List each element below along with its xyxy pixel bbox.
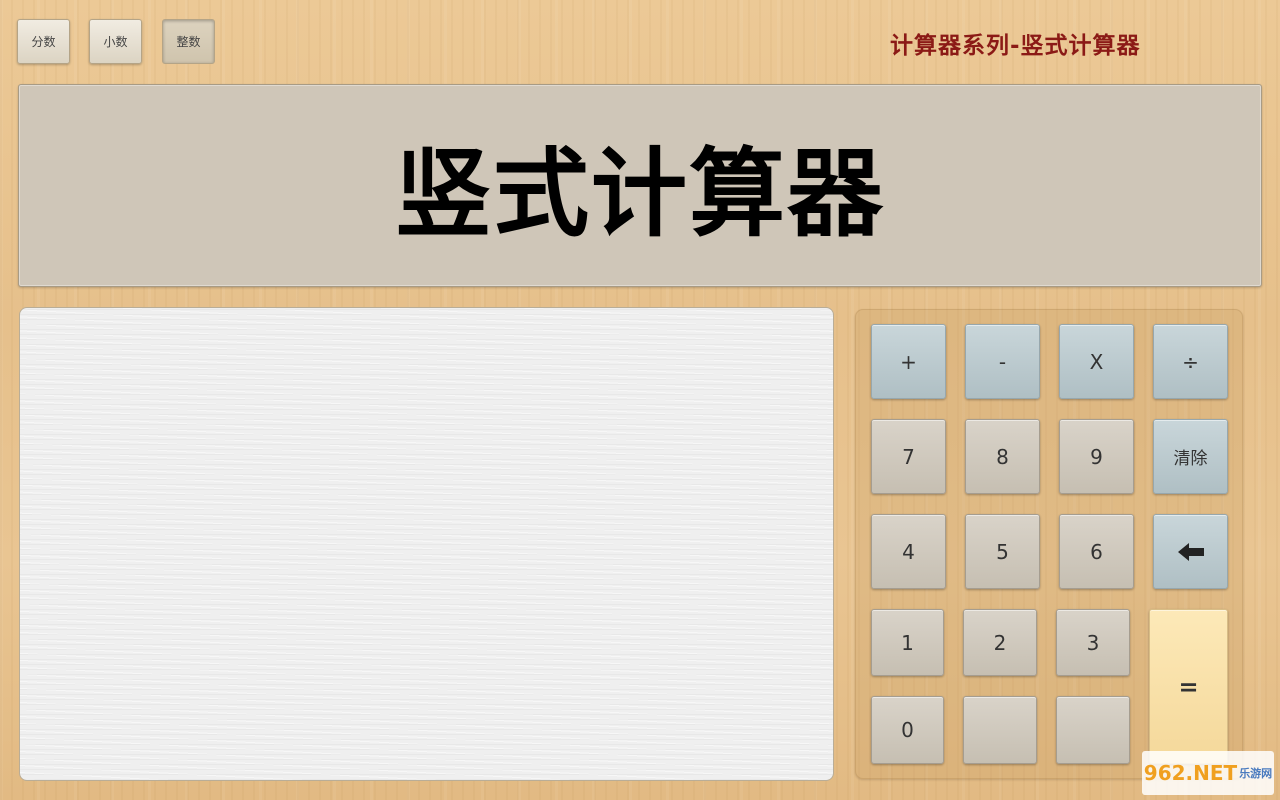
mode-fraction-label: 分数 [31,35,56,49]
digit-8-key[interactable]: 8 [965,419,1040,494]
digit-3-label: 3 [1086,630,1100,655]
digit-4-key[interactable]: 4 [871,514,946,589]
equals-key[interactable]: = [1149,609,1228,764]
digit-6-label: 6 [1090,539,1103,564]
blank-key-1[interactable] [963,696,1037,764]
multiply-key[interactable]: X [1059,324,1134,399]
mode-integer-button[interactable]: 整数 [162,19,215,64]
minus-key-label: - [998,349,1007,374]
plus-key-label: + [900,349,917,374]
watermark-sub: 乐游网 [1239,767,1273,780]
digit-5-label: 5 [996,539,1009,564]
divide-key-label: ÷ [1182,349,1199,374]
mode-fraction-button[interactable]: 分数 [17,19,70,64]
backspace-arrow-icon [1177,542,1204,561]
mode-decimal-label: 小数 [103,35,128,49]
digit-7-key[interactable]: 7 [871,419,946,494]
app-title: 计算器系列-竖式计算器 [890,33,1141,59]
digit-1-label: 1 [901,630,914,655]
digit-0-key[interactable]: 0 [871,696,944,764]
digit-9-key[interactable]: 9 [1059,419,1134,494]
clear-key-label: 清除 [1173,449,1208,469]
mode-integer-label: 整数 [176,35,201,49]
digit-3-key[interactable]: 3 [1056,609,1130,676]
digit-6-key[interactable]: 6 [1059,514,1134,589]
mode-decimal-button[interactable]: 小数 [89,19,142,64]
digit-2-key[interactable]: 2 [963,609,1037,676]
plus-key[interactable]: + [871,324,946,399]
equals-key-label: = [1178,672,1199,701]
display-text: 竖式计算器 [395,138,885,250]
clear-key[interactable]: 清除 [1153,419,1228,494]
blank-key-2[interactable] [1056,696,1130,764]
divide-key[interactable]: ÷ [1153,324,1228,399]
digit-5-key[interactable]: 5 [965,514,1040,589]
backspace-key[interactable] [1153,514,1228,589]
minus-key[interactable]: - [965,324,1040,399]
digit-7-label: 7 [902,444,915,469]
digit-4-label: 4 [902,539,915,564]
digit-0-label: 0 [901,718,914,742]
digit-1-key[interactable]: 1 [871,609,944,676]
digit-9-label: 9 [1090,444,1103,469]
watermark-main: 962.NET [1143,761,1238,785]
digit-2-label: 2 [993,630,1007,655]
site-watermark-logo: 962.NET 乐游网 [1142,751,1274,795]
digit-8-label: 8 [996,444,1009,469]
multiply-key-label: X [1089,349,1104,374]
result-display: 竖式计算器 [18,84,1262,287]
work-paper-area [19,307,834,781]
